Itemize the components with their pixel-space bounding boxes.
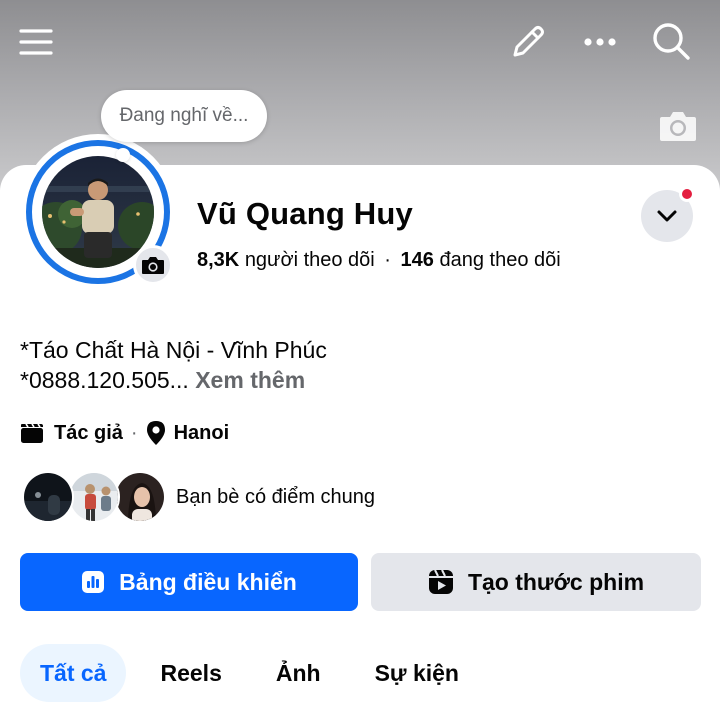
notification-dot <box>679 186 695 202</box>
profile-name: Vũ Quang Huy <box>197 196 413 231</box>
create-reel-button[interactable]: Tạo thước phim <box>371 553 701 611</box>
role-label: Tác giả <box>54 421 123 444</box>
create-reel-label: Tạo thước phim <box>467 568 645 595</box>
mutual-friends-row[interactable]: Bạn bè có điểm chung <box>22 471 375 523</box>
cover-camera-icon[interactable] <box>656 106 700 146</box>
mutual-friend-avatar <box>22 471 74 523</box>
following-label: đang theo dõi <box>439 249 561 271</box>
bio-line-2: *0888.120.505... Xem thêm <box>20 367 305 394</box>
followers-count: 8,3K <box>197 249 240 271</box>
profile-tabs: Tất cả Reels Ảnh Sự kiện <box>20 644 493 702</box>
bar-chart-icon <box>81 570 105 594</box>
clapperboard-icon <box>20 422 44 444</box>
see-more-link[interactable]: Xem thêm <box>195 367 305 393</box>
location-label: Hanoi <box>173 421 230 444</box>
mutual-friend-avatar <box>68 471 120 523</box>
chevron-down-icon <box>657 210 677 222</box>
meta-separator: · <box>130 421 138 444</box>
profile-meta: Tác giả · Hanoi <box>20 420 229 446</box>
follow-stats[interactable]: 8,3K người theo dõi · 146 đang theo dõi <box>197 249 561 272</box>
following-count: 146 <box>400 249 434 271</box>
pencil-icon[interactable] <box>506 20 550 64</box>
dashboard-label: Bảng điều khiển <box>119 568 297 595</box>
tab-events[interactable]: Sự kiện <box>355 644 479 702</box>
thought-placeholder: Đang nghĩ về... <box>119 105 249 126</box>
tab-all[interactable]: Tất cả <box>20 644 127 702</box>
more-dots-icon[interactable] <box>580 24 620 60</box>
mutual-friends-label: Bạn bè có điểm chung <box>176 485 376 508</box>
stats-separator: · <box>384 249 391 271</box>
camera-icon <box>142 257 164 274</box>
tab-reels[interactable]: Reels <box>140 644 241 702</box>
bio-phone: *0888.120.505... <box>20 367 189 393</box>
thought-bubble-tail <box>116 148 130 162</box>
bio-line-1: *Táo Chất Hà Nội - Vĩnh Phúc <box>20 337 327 363</box>
search-icon[interactable] <box>648 18 694 64</box>
avatar-camera-button[interactable] <box>133 245 173 285</box>
mutual-friend-avatar <box>114 471 166 523</box>
location-pin-icon <box>146 420 166 446</box>
thought-bubble[interactable]: Đang nghĩ về... <box>101 90 267 142</box>
tab-photos[interactable]: Ảnh <box>256 644 341 702</box>
dashboard-button[interactable]: Bảng điều khiển <box>20 553 358 611</box>
menu-icon[interactable] <box>16 22 56 62</box>
reels-icon <box>428 569 454 595</box>
followers-label: người theo dõi <box>244 249 375 271</box>
